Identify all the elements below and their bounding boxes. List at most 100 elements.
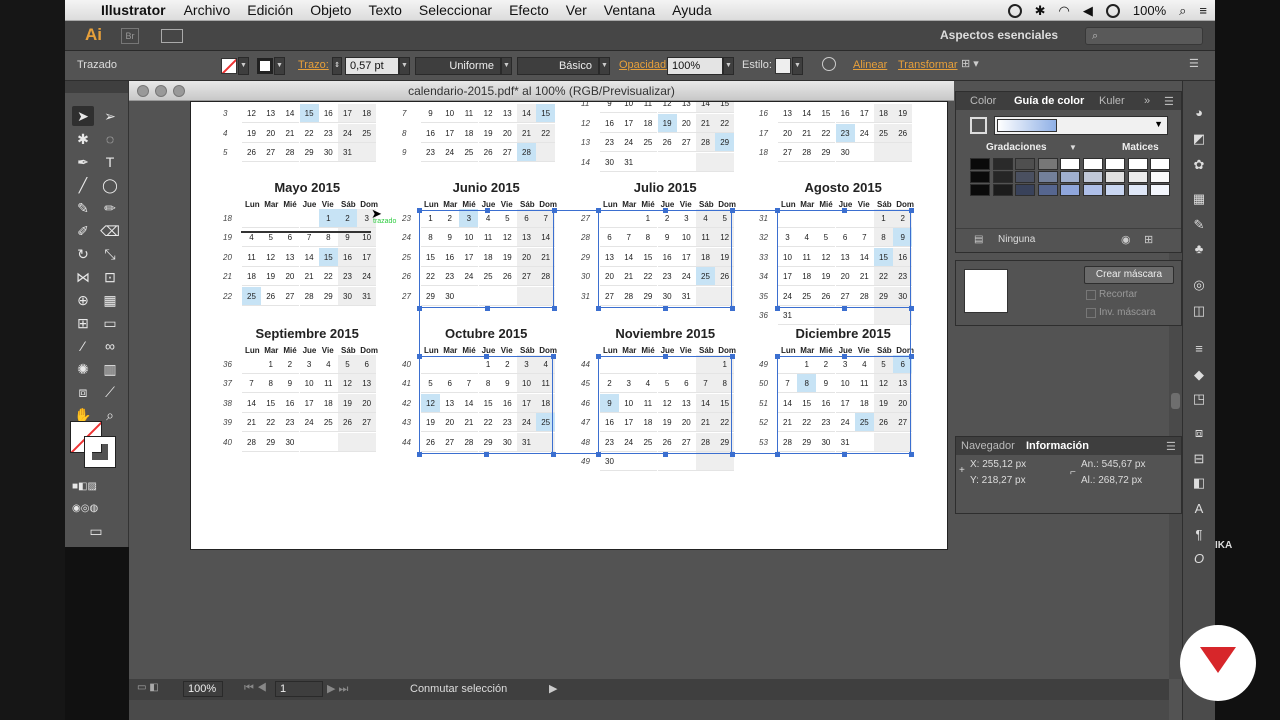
color-variation-swatch[interactable]	[1015, 171, 1035, 183]
next-artboard-icon[interactable]: ▶ ⏭	[327, 682, 348, 696]
status-icons[interactable]: ▭ ◧	[137, 682, 159, 693]
color-variation-swatch[interactable]	[970, 171, 990, 183]
timemachine-icon[interactable]	[1105, 3, 1120, 18]
fill-stroke-widget[interactable]	[70, 421, 122, 473]
color-variation-swatch[interactable]	[1150, 171, 1170, 183]
style-dropdown[interactable]: ▼	[792, 57, 803, 75]
symbols-icon[interactable]: ♣	[1189, 241, 1209, 259]
base-color-swatch[interactable]	[970, 117, 987, 134]
color-variation-swatch[interactable]	[1060, 171, 1080, 183]
bridge-button[interactable]: Br	[121, 28, 139, 44]
tab-navigator[interactable]: Navegador	[961, 440, 1015, 452]
stroke-box[interactable]	[84, 436, 116, 468]
control-menu-icon[interactable]: ☰	[1189, 57, 1199, 70]
harmony-rules-select[interactable]: ▼	[994, 116, 1168, 135]
panel-collapse-icon[interactable]: »	[1144, 95, 1150, 107]
kuler-icon[interactable]: ✿	[1189, 157, 1209, 175]
vertical-scroll-thumb[interactable]	[1171, 393, 1180, 409]
menu-ventana[interactable]: Ventana	[604, 2, 655, 18]
zoom-select[interactable]: 100%	[183, 681, 223, 697]
shape-builder-icon[interactable]: ⊕	[72, 290, 94, 310]
transform-link[interactable]: Transformar	[898, 59, 958, 71]
battery-text[interactable]: 100%	[1133, 3, 1166, 18]
color-variation-swatch[interactable]	[1127, 184, 1148, 196]
stroke-panel-icon[interactable]: ≡	[1189, 341, 1209, 359]
stroke-swatch[interactable]	[257, 58, 273, 74]
free-transform-icon[interactable]: ⊡	[99, 267, 121, 287]
artboard-tool-icon[interactable]: ⧈	[72, 382, 94, 402]
color-variation-swatch[interactable]	[1060, 158, 1080, 170]
menu-ver[interactable]: Ver	[566, 2, 587, 18]
scale-tool-icon[interactable]: ⤡	[99, 244, 121, 264]
search-icon[interactable]: ⌕	[1179, 3, 1186, 19]
invert-mask-checkbox[interactable]	[1086, 308, 1096, 318]
color-panel-icon[interactable]: ◕	[1189, 105, 1209, 123]
panel-menu-icon[interactable]: ☰	[1164, 95, 1174, 108]
make-mask-button[interactable]: Crear máscara	[1084, 266, 1174, 284]
color-variation-swatch[interactable]	[1082, 184, 1103, 196]
color-mode-icons[interactable]: ■◧▨	[72, 477, 97, 497]
bluetooth-icon[interactable]: ✱	[1035, 3, 1046, 19]
status-menu-arrow[interactable]: ▶	[549, 682, 557, 695]
swatches-icon[interactable]: ▦	[1189, 191, 1209, 209]
graph-tool-icon[interactable]: ▥	[99, 359, 121, 379]
line-tool-icon[interactable]: ╱	[72, 175, 94, 195]
color-variation-swatch[interactable]	[992, 184, 1013, 196]
variable-width-profile[interactable]: Uniforme	[415, 57, 501, 75]
menu-app-name[interactable]: Illustrator	[101, 2, 166, 18]
selection-tool-icon[interactable]: ➤	[72, 106, 94, 126]
menu-ayuda[interactable]: Ayuda	[672, 2, 711, 18]
color-variation-swatch[interactable]	[1127, 171, 1148, 183]
info-menu-icon[interactable]: ☰	[1166, 440, 1176, 453]
menu-objeto[interactable]: Objeto	[310, 2, 351, 18]
fill-dropdown[interactable]: ▼	[238, 57, 249, 75]
drawing-mode-icons[interactable]: ◉◎◍	[72, 499, 98, 519]
stroke-weight-dropdown[interactable]: ▼	[399, 57, 410, 75]
magic-wand-icon[interactable]: ✱	[72, 129, 94, 149]
pencil-icon[interactable]: ✏	[99, 198, 121, 218]
color-variation-swatch[interactable]	[1150, 158, 1170, 170]
stroke-dropdown[interactable]: ▼	[274, 57, 285, 75]
mesh-tool-icon[interactable]: ⊞	[72, 313, 94, 333]
wifi-icon[interactable]: ◠	[1059, 3, 1070, 19]
artboard[interactable]: 3 4 5 12 13 14 15 16 17 18 19 20 21 22 23 24 25 26 27 28 29 3…	[190, 101, 948, 550]
color-variation-swatch[interactable]	[1105, 184, 1125, 196]
paragraph-icon[interactable]: ¶	[1189, 527, 1209, 545]
record-icon[interactable]	[1007, 3, 1022, 18]
volume-icon[interactable]: ◀	[1083, 3, 1093, 19]
stroke-weight-input[interactable]: 0,57 pt	[345, 57, 399, 75]
gradations-label[interactable]: Gradaciones	[986, 142, 1047, 153]
recolor-icon[interactable]	[822, 57, 836, 71]
eyedropper-icon[interactable]: ⁄	[72, 336, 94, 356]
opacity-dropdown[interactable]: ▼	[723, 57, 734, 75]
transform-panel-icon[interactable]: ⧈	[1189, 425, 1209, 443]
color-variation-swatch[interactable]	[1037, 184, 1058, 196]
ellipse-tool-icon[interactable]: ◯	[99, 175, 121, 195]
character-icon[interactable]: A	[1189, 501, 1209, 519]
paintbrush-icon[interactable]: ✎	[72, 198, 94, 218]
direct-selection-tool-icon[interactable]: ➢	[99, 106, 121, 126]
artboard-number-select[interactable]: 1	[275, 681, 323, 697]
close-window-button[interactable]	[137, 85, 149, 97]
blob-brush-icon[interactable]: ✐	[72, 221, 94, 241]
help-search-input[interactable]: ⌕	[1085, 27, 1203, 45]
opacity-input[interactable]: 100%	[667, 57, 723, 75]
brushes-icon[interactable]: ✎	[1189, 217, 1209, 235]
stroke-label[interactable]: Trazo:	[298, 59, 329, 71]
color-variation-swatch[interactable]	[1015, 184, 1035, 196]
layers-icon[interactable]: ◆	[1189, 367, 1209, 385]
menu-archivo[interactable]: Archivo	[184, 2, 231, 18]
arrange-documents-icon[interactable]	[161, 29, 183, 43]
color-guide-icon[interactable]: ◩	[1189, 131, 1209, 149]
color-variation-swatch[interactable]	[1015, 158, 1035, 170]
width-tool-icon[interactable]: ⋈	[72, 267, 94, 287]
type-tool-icon[interactable]: T	[99, 152, 121, 172]
color-variation-swatch[interactable]	[1037, 171, 1058, 183]
tab-kuler[interactable]: Kuler	[1099, 95, 1125, 107]
harmony-dropdown-icon[interactable]: ▼	[1154, 119, 1163, 129]
menu-seleccionar[interactable]: Seleccionar	[419, 2, 492, 18]
fill-swatch[interactable]	[221, 58, 237, 74]
color-variation-swatch[interactable]	[1105, 158, 1125, 170]
graphic-styles-icon[interactable]: ◎	[1189, 277, 1209, 295]
eraser-icon[interactable]: ⌫	[99, 221, 121, 241]
